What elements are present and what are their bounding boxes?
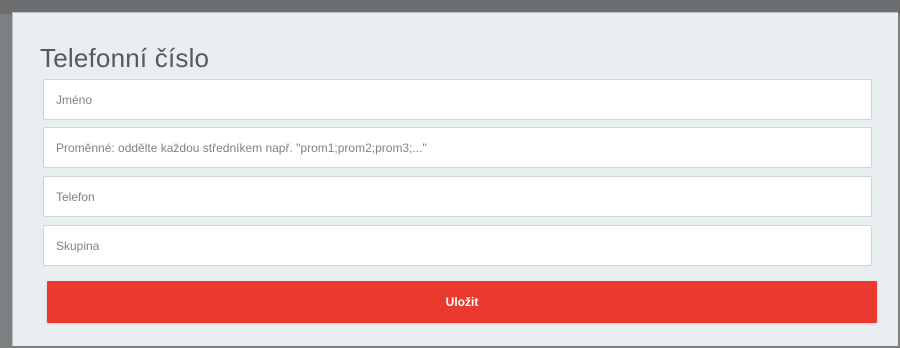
group-field[interactable]: [43, 225, 872, 266]
phone-input[interactable]: [56, 189, 871, 204]
form-title: Telefonní číslo: [40, 43, 210, 73]
name-input[interactable]: [56, 92, 871, 107]
phone-field[interactable]: [43, 176, 872, 217]
phone-number-form-panel: Telefonní číslo Uložit: [12, 12, 898, 346]
variables-input[interactable]: [56, 140, 871, 155]
group-input[interactable]: [56, 238, 871, 253]
save-button[interactable]: Uložit: [47, 281, 877, 323]
name-field[interactable]: [43, 79, 872, 120]
variables-field[interactable]: [43, 127, 872, 168]
